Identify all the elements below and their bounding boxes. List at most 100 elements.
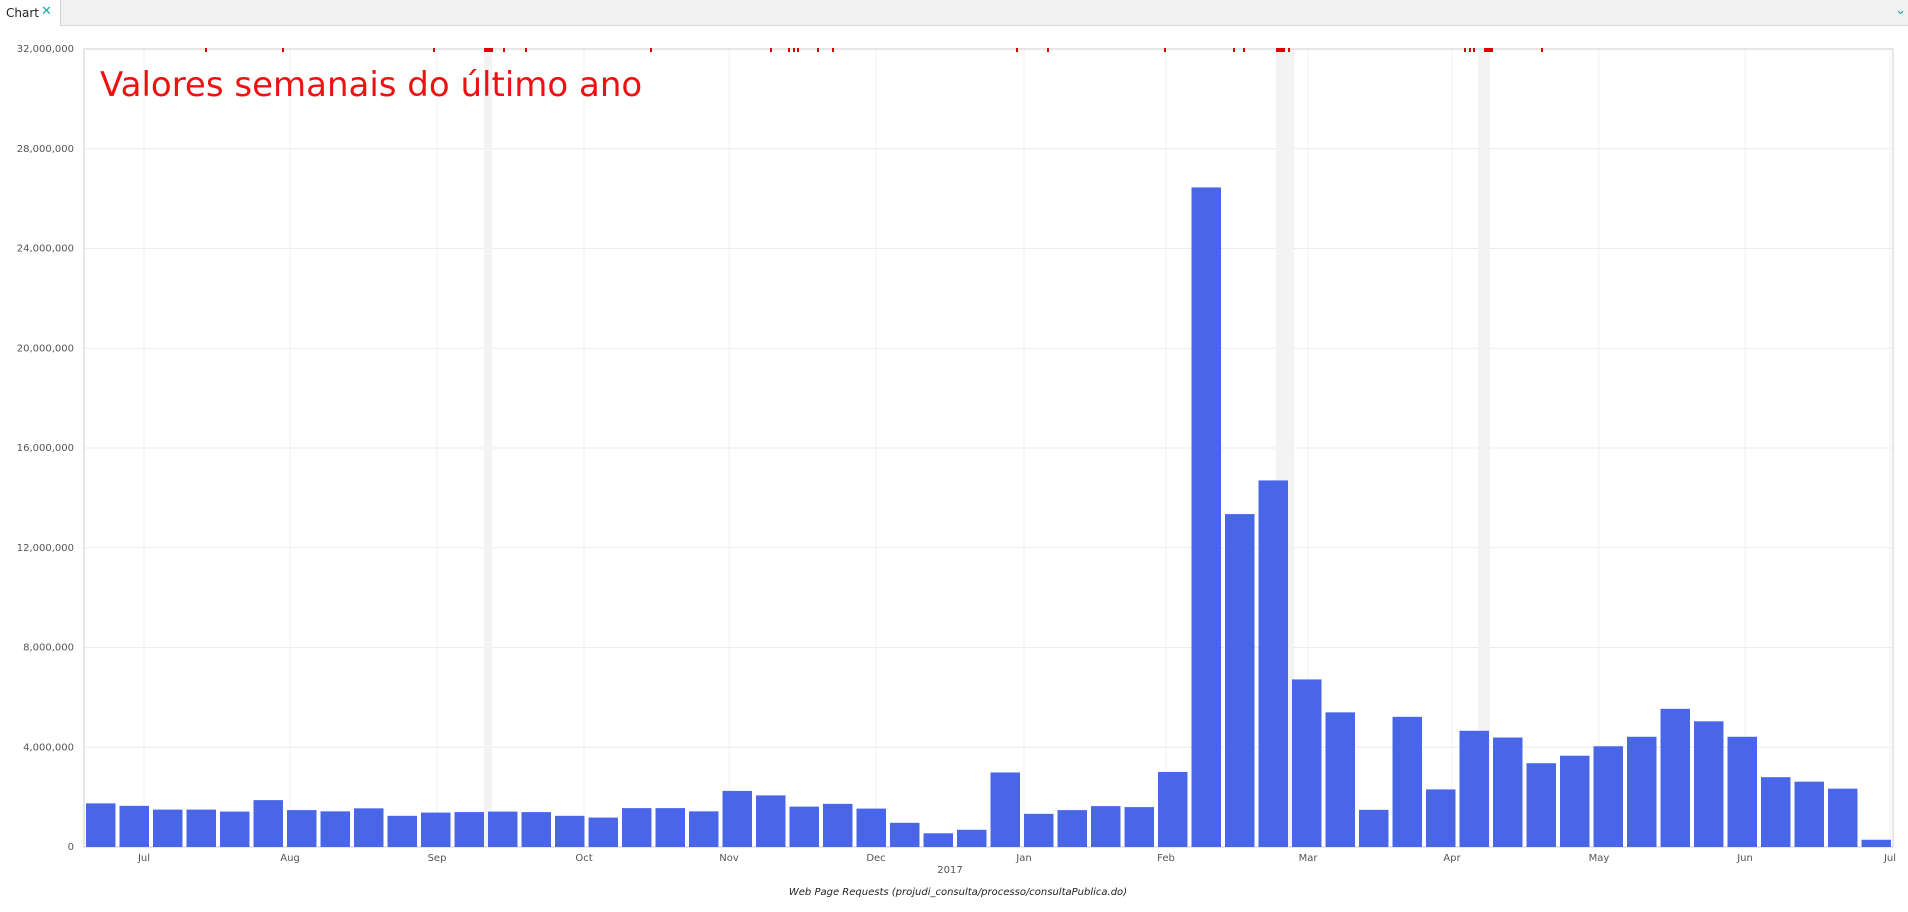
bar — [488, 811, 518, 847]
bar — [1091, 806, 1121, 847]
x-tick-label: May — [1589, 853, 1610, 864]
bar — [890, 822, 920, 847]
bar — [1627, 736, 1657, 847]
highlight-band — [1478, 49, 1490, 847]
event-marker — [1469, 48, 1471, 52]
y-tick-label: 16,000,000 — [17, 443, 74, 454]
bar — [856, 808, 886, 847]
bar — [756, 795, 786, 847]
event-marker — [503, 48, 505, 52]
bar — [320, 811, 350, 847]
y-tick-label: 8,000,000 — [23, 643, 74, 654]
y-axis: 0 4,000,000 8,000,000 12,000,000 16,000,000 2… — [17, 44, 74, 853]
bar — [86, 803, 116, 847]
x-tick-label: Jan — [1015, 853, 1031, 864]
bar — [1794, 781, 1824, 847]
event-marker — [1016, 48, 1018, 52]
bar — [1325, 712, 1355, 847]
tab-chart[interactable]: Chart ✕ — [0, 0, 61, 26]
bar — [186, 809, 216, 847]
bar — [1861, 839, 1891, 847]
bar — [655, 808, 685, 847]
event-marker — [1473, 48, 1475, 52]
bar — [287, 810, 317, 847]
close-icon[interactable]: ✕ — [41, 4, 52, 19]
x-tick-label: Aug — [280, 853, 300, 864]
event-marker — [1047, 48, 1049, 52]
event-marker — [1464, 48, 1466, 52]
bar — [119, 805, 149, 847]
bar — [1526, 763, 1556, 847]
event-marker — [817, 48, 819, 52]
event-marker — [1541, 48, 1543, 52]
bar — [1158, 771, 1188, 847]
event-marker — [1490, 48, 1492, 52]
y-tick-label: 20,000,000 — [17, 343, 74, 354]
bar — [1359, 809, 1389, 847]
y-tick-label: 24,000,000 — [17, 244, 74, 255]
y-tick-label: 4,000,000 — [23, 742, 74, 753]
bar — [1694, 721, 1724, 847]
x-tick-label: Dec — [866, 853, 885, 864]
x-tick-label: Jul — [1883, 853, 1896, 864]
bar — [622, 808, 652, 847]
bar — [1292, 679, 1322, 847]
bar — [923, 833, 953, 847]
tab-label: Chart — [6, 6, 39, 20]
bar — [1057, 810, 1087, 847]
bar — [1426, 789, 1456, 847]
event-marker — [797, 48, 799, 52]
bar — [521, 812, 551, 847]
event-marker — [793, 48, 795, 52]
bar — [1560, 755, 1590, 847]
bar — [957, 829, 987, 847]
bar — [689, 811, 719, 847]
event-marker — [788, 48, 790, 52]
event-marker — [1243, 48, 1245, 52]
bar — [789, 806, 819, 847]
year-label: 2017 — [937, 865, 962, 876]
y-tick-label: 32,000,000 — [17, 44, 74, 55]
bar — [387, 815, 417, 847]
x-axis-title: Web Page Requests (projudi_consulta/proc… — [789, 887, 1127, 898]
x-axis: Jul Aug Sep Oct Nov Dec Jan Feb Mar Apr May Jun Jul — [137, 853, 1896, 864]
bar — [454, 812, 484, 847]
chevron-down-icon[interactable]: ⌄ — [1895, 3, 1906, 18]
event-marker — [832, 48, 834, 52]
x-tick-label: Jun — [1736, 853, 1753, 864]
y-tick-label: 12,000,000 — [17, 543, 74, 554]
x-tick-label: Nov — [719, 853, 739, 864]
chart: 0 4,000,000 8,000,000 12,000,000 16,000,000 2… — [17, 44, 1896, 898]
event-marker — [1233, 48, 1235, 52]
grid — [84, 48, 1893, 848]
event-marker — [1288, 48, 1290, 52]
bar — [1024, 813, 1054, 847]
x-tick-label: Apr — [1443, 853, 1461, 864]
x-tick-label: Mar — [1299, 853, 1319, 864]
bar — [1660, 708, 1690, 847]
event-marker — [1282, 48, 1284, 52]
bar — [823, 803, 853, 847]
event-marker — [525, 48, 527, 52]
bar — [1459, 730, 1489, 847]
bar — [555, 815, 585, 847]
x-tick-label: Feb — [1157, 853, 1175, 864]
bar — [1392, 716, 1422, 847]
bar — [1493, 737, 1523, 847]
bar — [1258, 480, 1288, 847]
bar — [421, 812, 451, 847]
x-tick-label: Sep — [428, 853, 447, 864]
tab-bar: Chart ✕ ⌄ — [0, 0, 1908, 26]
bar — [990, 772, 1020, 847]
bar — [1727, 736, 1757, 847]
y-tick-label: 28,000,000 — [17, 144, 74, 155]
event-marker — [205, 48, 207, 52]
bar — [1593, 746, 1623, 847]
bar — [1225, 514, 1255, 847]
bars — [86, 187, 1891, 847]
event-marker — [650, 48, 652, 52]
x-tick-label: Oct — [575, 853, 592, 864]
bar — [220, 811, 250, 847]
bar — [153, 809, 183, 847]
highlight-band — [484, 49, 492, 847]
